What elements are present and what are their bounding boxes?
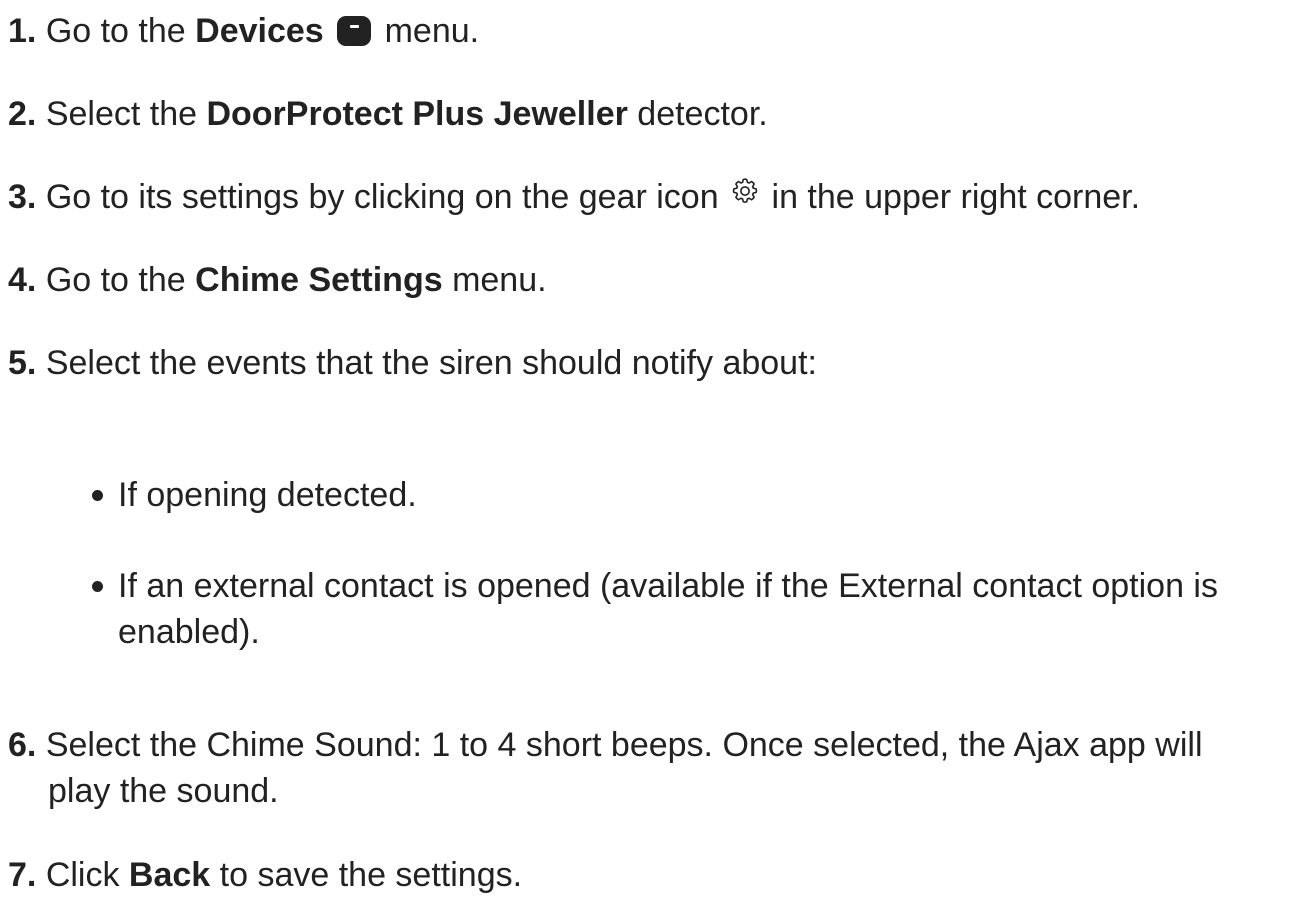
list-item-text: If opening detected. xyxy=(118,476,417,514)
step-text: Click xyxy=(45,856,129,894)
step-number: 4. xyxy=(8,261,37,299)
step-text: Go to the xyxy=(45,261,196,299)
step-3: 3. Go to its settings by clicking on the… xyxy=(8,174,1288,220)
step-bold: DoorProtect Plus Jeweller xyxy=(206,95,628,133)
step-number: 5. xyxy=(8,344,37,382)
step-number: 6. xyxy=(8,726,37,764)
step-text: menu. xyxy=(384,12,480,50)
step-number: 7. xyxy=(8,856,37,894)
bullet-icon xyxy=(92,581,103,592)
step-bold: Back xyxy=(128,856,211,894)
step-text: Go to the xyxy=(45,12,196,50)
step-bold: Chime Settings xyxy=(195,261,443,299)
list-item-text: If an external contact is opened (availa… xyxy=(118,567,1218,605)
step-text: menu. xyxy=(442,261,547,299)
step-6: 6. Select the Chime Sound: 1 to 4 short … xyxy=(8,722,1288,814)
step-number: 1. xyxy=(8,12,37,50)
bullet-icon xyxy=(92,490,103,501)
step-7: 7. Click Back to save the settings. xyxy=(8,852,1288,898)
step-1: 1. Go to the Devices menu. xyxy=(8,8,1288,54)
step-text: detector. xyxy=(627,95,768,133)
step-text: to save the settings. xyxy=(210,856,523,894)
step-2: 2. Select the DoorProtect Plus Jeweller … xyxy=(8,91,1288,137)
list-item-text: enabled). xyxy=(118,613,260,651)
step-text: in the upper right corner. xyxy=(762,178,1141,216)
step-text: Select the Chime Sound: 1 to 4 short bee… xyxy=(45,726,1203,764)
step-bold: Devices xyxy=(195,12,324,50)
list-item: If opening detected. xyxy=(92,472,1288,518)
step-text: Select the events that the siren should … xyxy=(45,344,817,382)
step-4: 4. Go to the Chime Settings menu. xyxy=(8,257,1288,303)
step-text: play the sound. xyxy=(48,772,279,810)
gear-icon xyxy=(732,178,758,203)
list-item: If an external contact is opened (availa… xyxy=(92,563,1288,655)
step-text: Select the xyxy=(45,95,207,133)
step-number: 3. xyxy=(8,178,37,216)
step-5: 5. Select the events that the siren shou… xyxy=(8,340,1288,386)
devices-icon xyxy=(337,16,372,46)
step-number: 2. xyxy=(8,95,37,133)
step-text: Go to its settings by clicking on the ge… xyxy=(45,178,729,216)
